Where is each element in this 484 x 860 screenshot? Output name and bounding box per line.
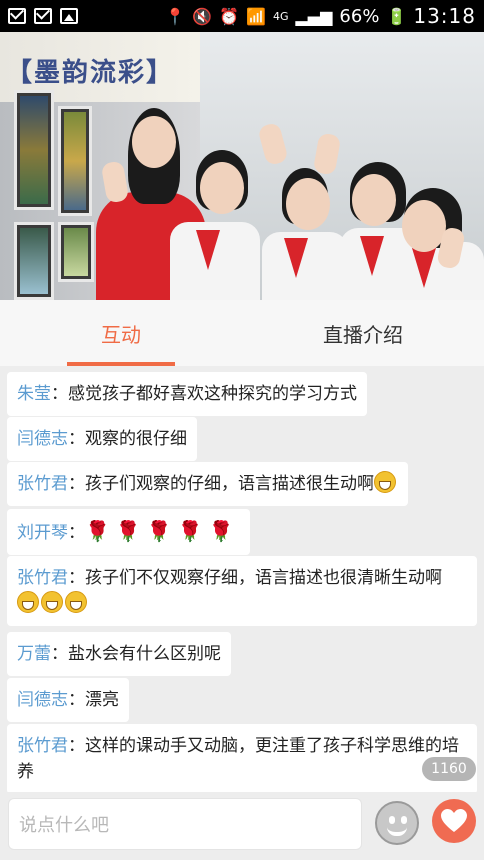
chat-username[interactable]: 闫德志 [17,690,68,710]
emoji-button[interactable] [375,801,419,845]
red-scarf [284,238,308,278]
chat-separator: ： [68,429,85,449]
grin-emoji-icon [41,591,63,613]
grin-emoji-icon [374,471,396,493]
location-icon: 📍 [165,6,186,26]
chat-text: 漂亮 [85,690,119,710]
network-type: 4G [272,9,289,23]
like-button[interactable] [432,799,476,843]
mail-notification-icon-2 [34,8,52,24]
wall-painting [14,222,54,300]
chat-list[interactable]: 朱莹：感觉孩子都好喜欢这种探究的学习方式 闫德志：观察的很仔细 张竹君：孩子们观… [0,366,484,792]
status-time: 13:18 [413,4,476,28]
chat-message: 张竹君：孩子们观察的仔细，语言描述很生动啊 [7,462,408,506]
chat-text: 观察的很仔细 [85,429,187,449]
chat-separator: ： [68,736,85,756]
emoji-button-mouth [387,827,407,836]
chat-username[interactable]: 朱莹 [17,384,51,404]
image-notification-icon [60,8,78,24]
chat-separator: ： [68,474,85,494]
chat-text: 感觉孩子都好喜欢这种探究的学习方式 [68,384,357,404]
battery-icon: 🔋 [386,6,407,26]
chat-separator: ： [68,568,85,588]
chat-message: 闫德志：漂亮 [7,678,129,722]
student-head [352,174,396,226]
tab-bar: 互动 直播介绍 [0,300,484,366]
chat-message: 万蕾：盐水会有什么区别呢 [7,632,231,676]
wall-painting [14,90,54,210]
chat-username[interactable]: 张竹君 [17,568,68,588]
viewer-count-badge: 1160 [422,757,476,781]
red-scarf [360,236,384,276]
comment-input[interactable]: 说点什么吧 [8,798,362,850]
mail-notification-icon [8,8,26,24]
grin-emoji-icon [65,591,87,613]
chat-message: 刘开琴：🌹 🌹 🌹 🌹 🌹 [7,509,250,555]
emoji-button-eye [389,816,395,824]
chat-message: 朱莹：感觉孩子都好喜欢这种探究的学习方式 [7,372,367,416]
chat-separator: ： [68,690,85,710]
alarm-icon: ⏰ [219,6,240,26]
chat-message: 闫德志：观察的很仔细 [7,417,197,461]
rose-icon: 🌹 [208,519,234,543]
comment-bar: 说点什么吧 [0,792,484,860]
chat-username[interactable]: 万蕾 [17,644,51,664]
grin-emoji-icon [17,591,39,613]
rose-icon: 🌹 [115,519,141,543]
signal-icon: ▂▄▆ [295,6,333,26]
tab-live-intro[interactable]: 直播介绍 [242,300,484,366]
live-video-player[interactable]: 【墨韵流彩】 [0,32,484,300]
chat-separator: ： [51,384,68,404]
red-scarf [196,230,220,270]
chat-username[interactable]: 刘开琴 [17,523,68,543]
mute-icon: 🔇 [192,6,213,26]
chat-text: 孩子们观察的仔细，语言描述很生动啊 [85,474,374,494]
wall-painting [58,222,94,282]
wifi-icon: 📶 [246,6,266,26]
chat-separator: ： [51,644,68,664]
rose-icon: 🌹 [85,519,110,543]
tab-interaction[interactable]: 互动 [0,300,242,366]
rose-icon: 🌹 [177,519,203,543]
teacher-head [132,116,176,168]
chat-username[interactable]: 闫德志 [17,429,68,449]
red-scarf [412,248,436,288]
heart-icon [441,809,467,832]
rose-icon: 🌹 [146,519,172,543]
chat-text: 盐水会有什么区别呢 [68,644,221,664]
emoji-button-eye [401,816,407,824]
video-banner-text: 【墨韵流彩】 [6,58,175,88]
student-head [200,162,244,214]
wall-painting [58,106,92,216]
chat-username[interactable]: 张竹君 [17,474,68,494]
chat-text: 孩子们不仅观察仔细，语言描述也很清晰生动啊 [85,568,442,588]
chat-message: 张竹君：孩子们不仅观察仔细，语言描述也很清晰生动啊 [7,556,477,626]
chat-message: 张竹君：这样的课动手又动脑，更注重了孩子科学思维的培养 [7,724,477,792]
battery-percent: 66% [339,5,380,27]
chat-username[interactable]: 张竹君 [17,736,68,756]
chat-separator: ： [68,523,85,543]
student-head [286,178,330,230]
status-bar: 📍 🔇 ⏰ 📶 4G ▂▄▆ 66% 🔋 13:18 [0,0,484,32]
